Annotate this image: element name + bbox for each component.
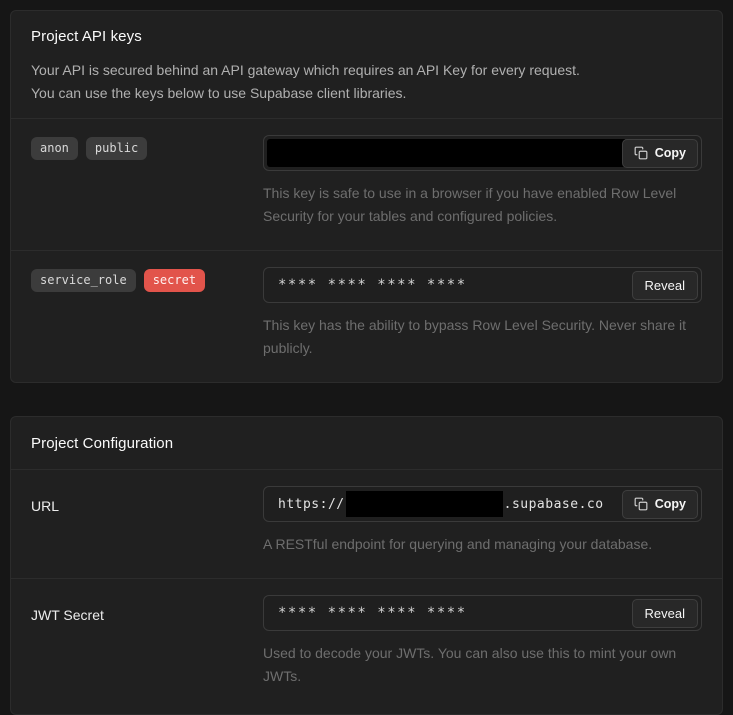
anon-key-redaction <box>267 139 625 167</box>
api-keys-description: Your API is secured behind an API gatewa… <box>31 59 702 105</box>
anon-key-badges-column: anon public <box>31 135 263 228</box>
anon-key-description: This key is safe to use in a browser if … <box>263 182 702 228</box>
anon-key-copy-button[interactable]: Copy <box>622 139 698 168</box>
url-copy-button[interactable]: Copy <box>622 490 698 519</box>
service-role-key-description: This key has the ability to bypass Row L… <box>263 314 702 360</box>
jwt-secret-row: JWT Secret **** **** **** **** Reveal Us… <box>11 578 722 714</box>
service-role-reveal-label: Reveal <box>645 278 685 293</box>
service-role-key-field[interactable]: **** **** **** **** Reveal <box>263 267 702 303</box>
service-role-badges-column: service_role secret <box>31 267 263 360</box>
url-label: URL <box>31 498 263 514</box>
service-role-reveal-button[interactable]: Reveal <box>632 271 698 300</box>
api-keys-description-line-1: Your API is secured behind an API gatewa… <box>31 59 702 82</box>
jwt-secret-reveal-button[interactable]: Reveal <box>632 599 698 628</box>
anon-key-field[interactable]: Copy <box>263 135 702 171</box>
public-badge: public <box>86 137 147 160</box>
jwt-secret-label: JWT Secret <box>31 607 263 623</box>
service-role-key-masked-value: **** **** **** **** <box>278 277 632 293</box>
anon-key-badges: anon public <box>31 137 263 160</box>
anon-badge: anon <box>31 137 78 160</box>
url-redaction <box>346 491 503 517</box>
url-value: https:// .supabase.co <box>278 491 622 517</box>
url-field[interactable]: https:// .supabase.co Copy <box>263 486 702 522</box>
secret-badge: secret <box>144 269 205 292</box>
service-role-key-row: service_role secret **** **** **** **** … <box>11 250 722 382</box>
copy-icon <box>634 146 648 160</box>
url-row: URL https:// .supabase.co Copy <box>11 469 722 578</box>
project-configuration-header: Project Configuration <box>11 417 722 469</box>
jwt-secret-description: Used to decode your JWTs. You can also u… <box>263 642 702 688</box>
anon-key-copy-label: Copy <box>655 146 686 160</box>
project-configuration-panel: Project Configuration URL https:// .supa… <box>10 416 723 715</box>
project-configuration-title: Project Configuration <box>31 435 702 452</box>
url-value-prefix: https:// <box>278 497 345 512</box>
url-value-suffix: .supabase.co <box>504 497 604 512</box>
service-role-badges: service_role secret <box>31 269 263 292</box>
jwt-secret-reveal-label: Reveal <box>645 606 685 621</box>
anon-key-row: anon public Copy This key is sa <box>11 118 722 250</box>
api-keys-title: Project API keys <box>31 28 702 45</box>
project-api-keys-panel: Project API keys Your API is secured beh… <box>10 10 723 383</box>
copy-icon <box>634 497 648 511</box>
url-description: A RESTful endpoint for querying and mana… <box>263 533 702 556</box>
jwt-secret-masked-value: **** **** **** **** <box>278 605 632 621</box>
api-keys-description-line-2: You can use the keys below to use Supaba… <box>31 82 702 105</box>
jwt-secret-field[interactable]: **** **** **** **** Reveal <box>263 595 702 631</box>
service-role-badge: service_role <box>31 269 136 292</box>
url-copy-label: Copy <box>655 497 686 511</box>
api-keys-header: Project API keys Your API is secured beh… <box>11 11 722 118</box>
